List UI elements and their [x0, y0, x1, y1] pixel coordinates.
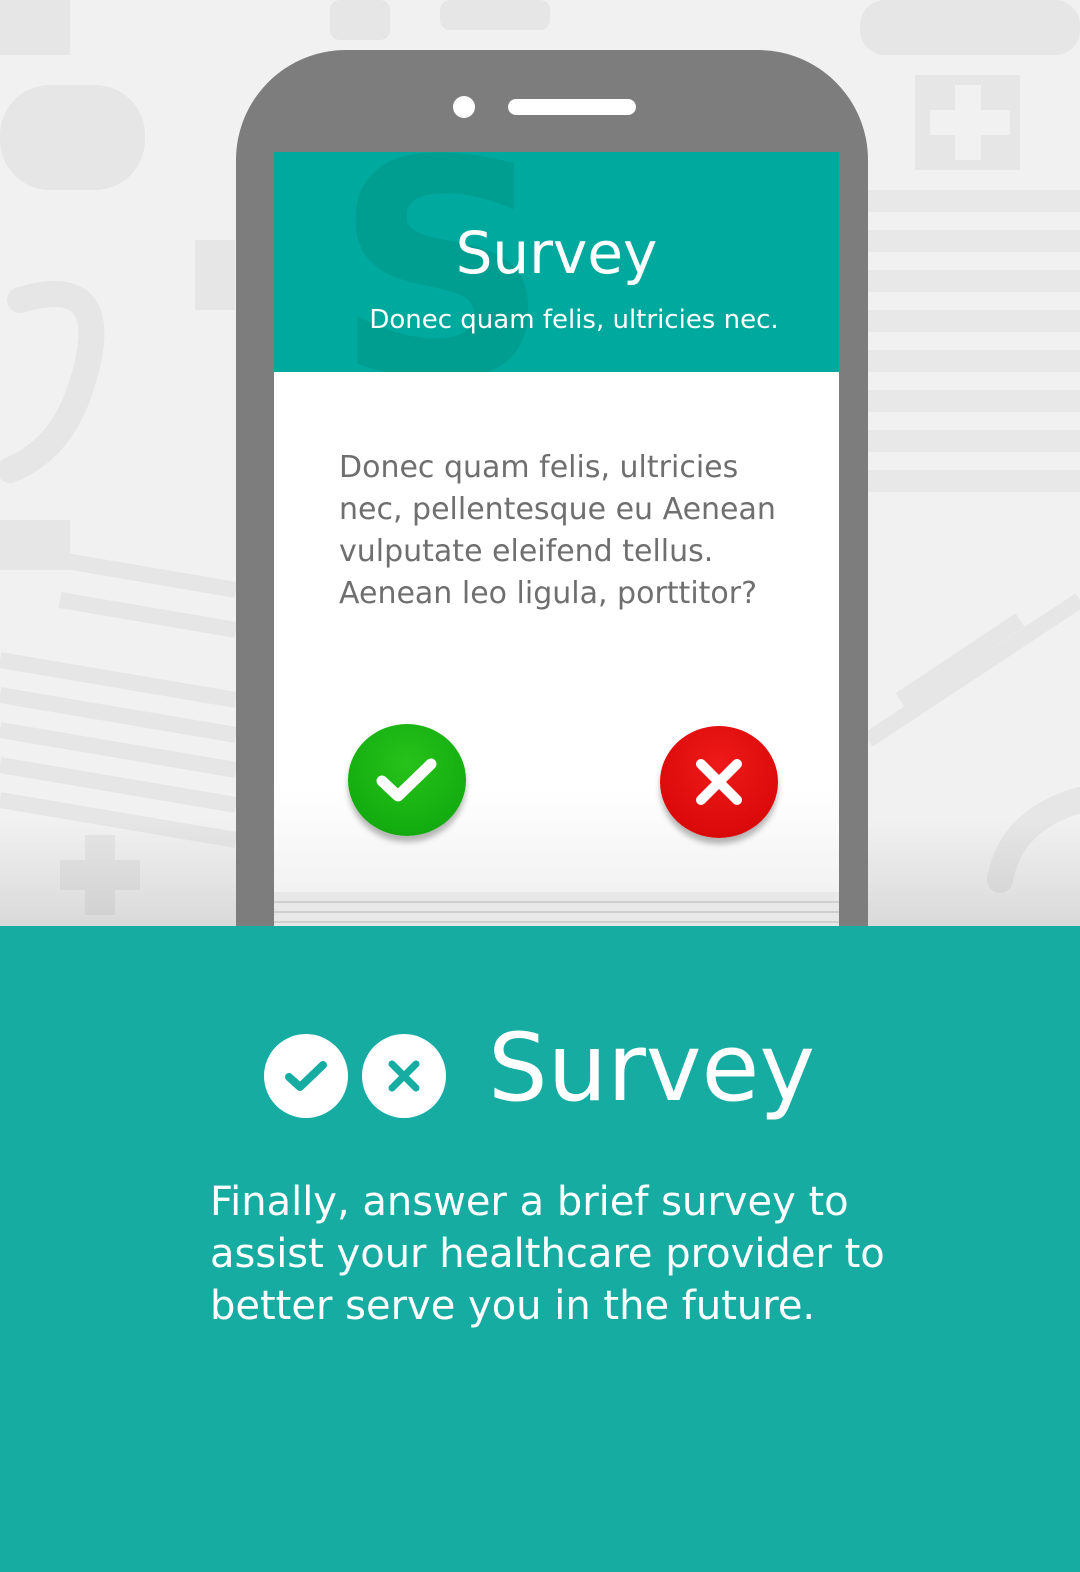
screen-stack-edges — [274, 892, 839, 930]
survey-title: Survey — [455, 219, 658, 287]
no-button[interactable] — [660, 726, 778, 838]
phone-speaker — [508, 99, 636, 115]
check-circle-icon — [264, 1034, 348, 1118]
close-circle-icon — [362, 1034, 446, 1118]
survey-subtitle: Donec quam felis, ultricies nec. — [369, 305, 779, 335]
yes-button[interactable] — [348, 724, 466, 836]
phone-camera — [453, 96, 475, 118]
survey-header: S Survey Donec quam felis, ultricies nec… — [274, 152, 839, 372]
survey-question: Donec quam felis, ultricies nec, pellent… — [339, 450, 776, 611]
check-icon — [376, 758, 437, 802]
footer-description: Finally, answer a brief survey to assist… — [210, 1179, 885, 1329]
phone-screen: S Survey Donec quam felis, ultricies nec… — [274, 152, 839, 892]
close-icon — [696, 759, 742, 805]
footer-title: Survey — [488, 1014, 815, 1123]
